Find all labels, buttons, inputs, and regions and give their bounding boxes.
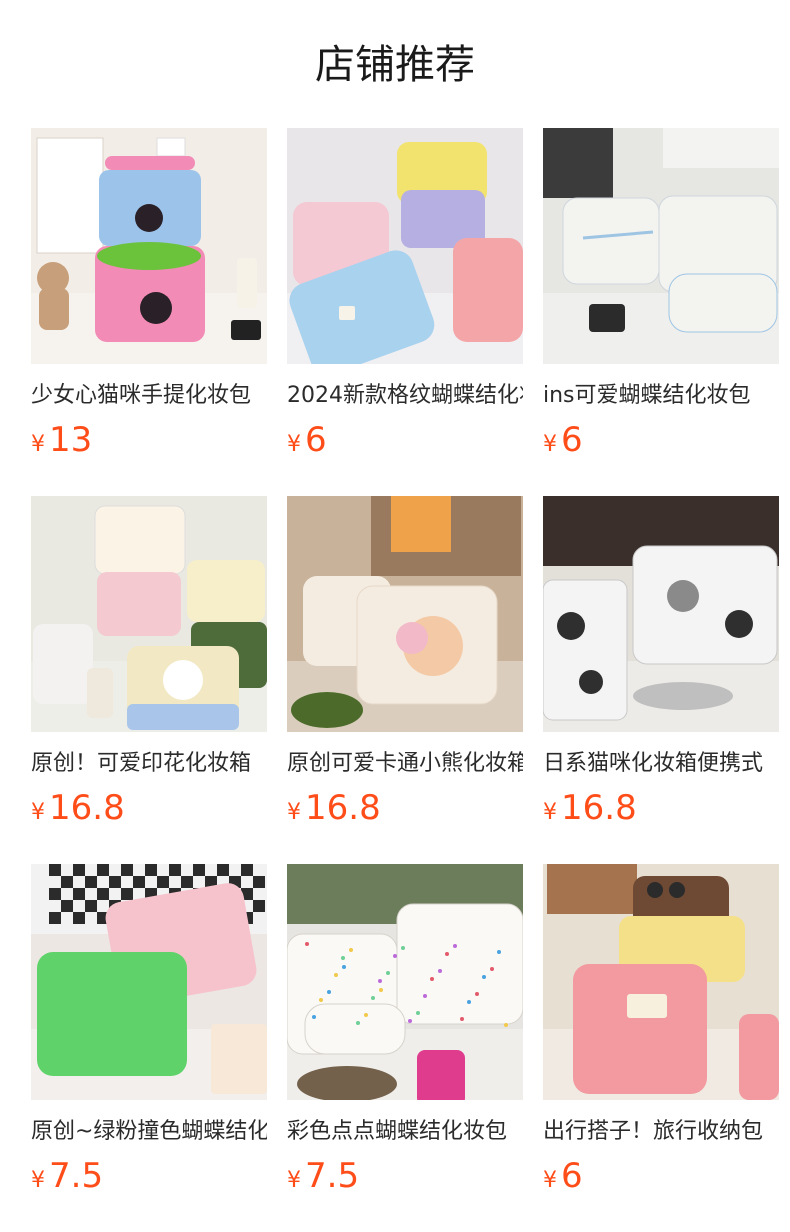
product-image[interactable] [287, 864, 523, 1100]
currency-symbol: ¥ [543, 1168, 557, 1193]
product-image[interactable] [543, 128, 779, 364]
product-image[interactable] [31, 496, 267, 732]
product-card[interactable]: 原创~绿粉撞色蝴蝶结化妆包 ¥7.5 [31, 864, 267, 1232]
price-value: 16.8 [49, 788, 125, 828]
product-price: ¥16.8 [31, 786, 267, 830]
product-price: ¥7.5 [31, 1154, 267, 1198]
product-card[interactable]: ins可爱蝴蝶结化妆包 ¥6 [543, 128, 779, 496]
product-price: ¥16.8 [287, 786, 523, 830]
product-photo [31, 864, 267, 1100]
product-title[interactable]: 原创~绿粉撞色蝴蝶结化妆包 [31, 1116, 267, 1148]
product-photo [31, 128, 267, 364]
product-card[interactable]: 原创！可爱印花化妆箱 ¥16.8 [31, 496, 267, 864]
product-photo [543, 128, 779, 364]
currency-symbol: ¥ [287, 800, 301, 825]
product-title[interactable]: 少女心猫咪手提化妆包 [31, 380, 267, 412]
product-price: ¥7.5 [287, 1154, 523, 1198]
product-price: ¥6 [543, 418, 779, 462]
product-photo [287, 128, 523, 364]
product-card[interactable]: 彩色点点蝴蝶结化妆包 ¥7.5 [287, 864, 523, 1232]
product-card[interactable]: 少女心猫咪手提化妆包 ¥13 [31, 128, 267, 496]
currency-symbol: ¥ [543, 432, 557, 457]
product-image[interactable] [31, 864, 267, 1100]
product-photo [287, 496, 523, 732]
price-value: 7.5 [305, 1156, 360, 1196]
currency-symbol: ¥ [31, 1168, 45, 1193]
product-image[interactable] [543, 864, 779, 1100]
product-title[interactable]: 出行搭子！旅行收纳包 [543, 1116, 779, 1148]
price-value: 6 [305, 420, 327, 460]
product-title[interactable]: ins可爱蝴蝶结化妆包 [543, 380, 779, 412]
product-card[interactable]: 原创可爱卡通小熊化妆箱 ¥16.8 [287, 496, 523, 864]
price-value: 6 [561, 1156, 583, 1196]
product-photo [31, 496, 267, 732]
product-photo [543, 864, 779, 1100]
product-title[interactable]: 2024新款格纹蝴蝶结化妆包 [287, 380, 523, 412]
product-price: ¥6 [287, 418, 523, 462]
product-title[interactable]: 日系猫咪化妆箱便携式 [543, 748, 779, 780]
price-value: 16.8 [305, 788, 381, 828]
product-card[interactable]: 出行搭子！旅行收纳包 ¥6 [543, 864, 779, 1232]
product-title[interactable]: 原创可爱卡通小熊化妆箱 [287, 748, 523, 780]
price-value: 16.8 [561, 788, 637, 828]
price-value: 13 [49, 420, 93, 460]
product-image[interactable] [287, 496, 523, 732]
price-value: 6 [561, 420, 583, 460]
currency-symbol: ¥ [31, 432, 45, 457]
currency-symbol: ¥ [287, 432, 301, 457]
currency-symbol: ¥ [543, 800, 557, 825]
section-title: 店铺推荐 [315, 42, 475, 88]
store-recommendation-page: 店铺推荐 少女心猫咪手提化妆包¥132024新款格纹蝴蝶结化妆包¥6ins可爱蝴… [0, 0, 790, 1232]
product-card[interactable]: 2024新款格纹蝴蝶结化妆包 ¥6 [287, 128, 523, 496]
price-value: 7.5 [49, 1156, 104, 1196]
product-image[interactable] [543, 496, 779, 732]
product-price: ¥13 [31, 418, 267, 462]
product-price: ¥6 [543, 1154, 779, 1198]
product-image[interactable] [31, 128, 267, 364]
product-card[interactable]: 日系猫咪化妆箱便携式 ¥16.8 [543, 496, 779, 864]
product-title[interactable]: 彩色点点蝴蝶结化妆包 [287, 1116, 523, 1148]
product-photo [543, 496, 779, 732]
currency-symbol: ¥ [287, 1168, 301, 1193]
product-photo [287, 864, 523, 1100]
product-grid: 少女心猫咪手提化妆包¥132024新款格纹蝴蝶结化妆包¥6ins可爱蝴蝶结化妆包… [31, 128, 779, 1232]
product-price: ¥16.8 [543, 786, 779, 830]
product-title[interactable]: 原创！可爱印花化妆箱 [31, 748, 267, 780]
currency-symbol: ¥ [31, 800, 45, 825]
product-image[interactable] [287, 128, 523, 364]
